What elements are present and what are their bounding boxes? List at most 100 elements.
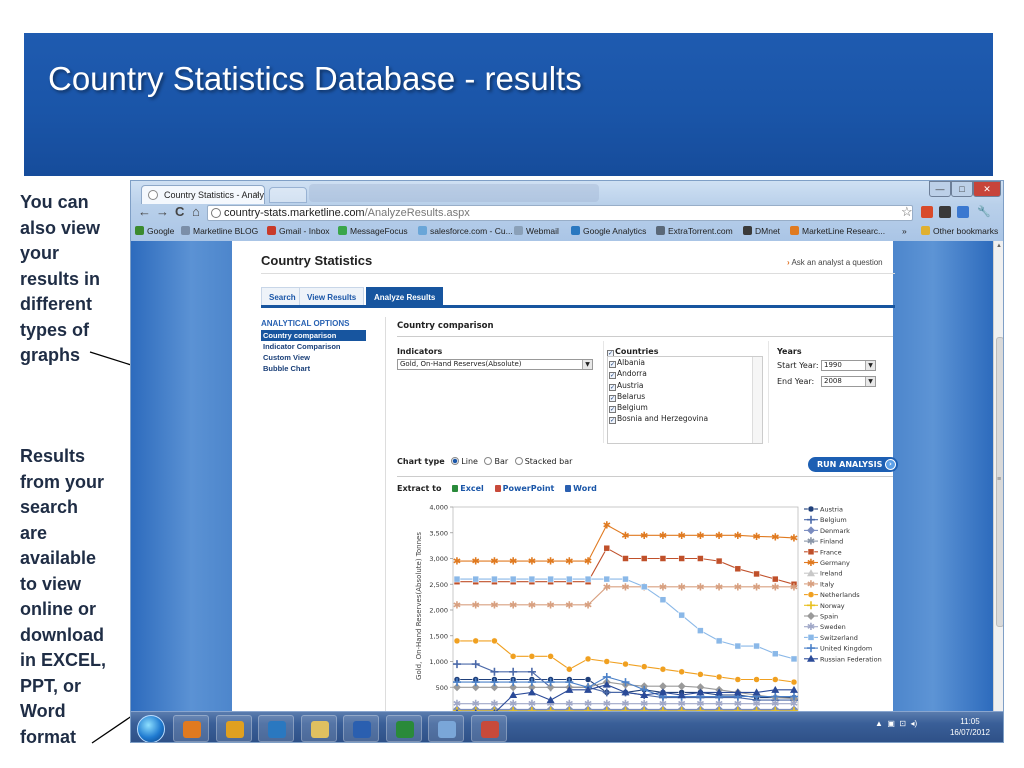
extension-icon[interactable] [939,206,951,218]
new-tab-button[interactable] [269,187,307,203]
data-point [509,575,517,583]
taskbar-app-button[interactable] [216,715,252,742]
bookmark-star-icon[interactable]: ☆ [901,204,913,220]
data-point: ✱ [659,531,667,542]
chart-type-line-label: Line [461,457,478,466]
legend-label: France [820,548,842,556]
clock[interactable]: 11:05 16/07/2012 [945,716,995,738]
note-download-formats-line: search [20,497,79,517]
ask-analyst-link[interactable]: › Ask an analyst a question [787,258,883,267]
bookmark-label: MarketLine Researc... [802,226,886,236]
country-option[interactable]: ✓ Austria [608,380,762,391]
checkbox-checked-icon[interactable]: ✓ [609,417,616,425]
taskbar-app-button[interactable] [471,715,507,742]
data-point: ✱ [509,699,517,710]
bookmark-label: Google [147,226,175,236]
checkbox-checked-icon[interactable]: ✓ [609,394,616,402]
app-icon [183,721,201,738]
menu-item-bubble-chart[interactable]: Bubble Chart [261,363,366,374]
data-point [734,642,742,650]
tab-view-results[interactable]: View Results [299,287,365,306]
close-window-button[interactable]: ✕ [973,181,1001,197]
bookmark-item[interactable]: Google [135,226,174,236]
forward-icon[interactable]: → [156,204,169,219]
close-tab-icon[interactable]: × [254,189,259,199]
run-analysis-label: RUN ANALYSIS [817,460,883,469]
page-scrollbar[interactable]: ▲ ≡ [993,241,1003,711]
bookmark-item[interactable]: Other bookmarks [921,226,998,236]
address-bar[interactable]: country-stats.marketline.com/AnalyzeResu… [207,205,913,221]
indicator-select[interactable]: Gold, On-Hand Reserves(Absolute) ▼ [397,359,593,370]
data-point: ✱ [603,582,611,593]
country-option[interactable]: ✓ Belarus [608,391,762,402]
menu-item-custom-view[interactable]: Custom View [261,352,366,363]
country-option[interactable]: ✓ Belgium [608,402,762,414]
chart-type-stacked-radio[interactable] [514,457,523,465]
checkbox-checked-icon[interactable]: ✓ [609,372,616,380]
bookmark-item[interactable]: salesforce.com - Cu... [418,226,513,236]
extension-icon[interactable] [957,206,969,218]
list-scrollbar[interactable] [752,357,762,443]
data-point [807,591,815,598]
tab-analyze-results[interactable]: Analyze Results [366,287,444,306]
back-icon[interactable]: ← [138,204,151,219]
taskbar-app-button[interactable] [386,715,422,742]
minimize-button[interactable]: — [929,181,951,197]
bookmark-item[interactable]: » [902,226,907,236]
extract-word-link[interactable]: Word [565,484,597,493]
wrench-icon[interactable]: 🔧 [977,206,991,218]
bookmark-item[interactable]: DMnet [743,226,780,236]
scrollbar-grip-icon: ≡ [997,476,1002,483]
data-point: ✱ [734,531,742,542]
tab-search[interactable]: Search [261,287,304,306]
extension-icon[interactable] [921,206,933,218]
checkbox-checked-icon[interactable]: ✓ [609,406,616,414]
end-year-select[interactable]: 2008 ▼ [821,376,876,387]
taskbar-app-button[interactable] [301,715,337,742]
countries-list[interactable]: ✓ Albania ✓ Andorra ✓ Austria ✓ Belarus ✓ Belgium… [607,356,763,444]
data-point: ✱ [621,699,629,710]
taskbar-app-button[interactable] [343,715,379,742]
bookmark-item[interactable]: Marketline BLOG [181,226,258,236]
bookmark-item[interactable]: Gmail - Inbox [267,226,330,236]
note-download-formats-line: available [20,548,97,568]
data-point: ✱ [790,699,798,710]
data-point: ✱ [546,600,554,611]
extract-powerpoint-link[interactable]: PowerPoint [494,484,554,493]
taskbar-app-button[interactable] [258,715,294,742]
bookmark-item[interactable]: MarketLine Researc... [790,226,885,236]
scroll-up-icon[interactable]: ▲ [996,243,1002,249]
data-point: ✱ [715,531,723,542]
bookmark-item[interactable]: Google Analytics [571,226,646,236]
reload-icon[interactable]: C [175,204,184,219]
bookmark-item[interactable]: Webmail [514,226,559,236]
country-option[interactable]: ✓ Bosnia and Herzegovina [608,413,762,425]
checkbox-checked-icon[interactable]: ✓ [609,361,616,368]
background-window-title [309,184,599,202]
menu-item-indicator-comparison[interactable]: Indicator Comparison [261,341,366,352]
start-button[interactable] [137,715,165,742]
data-point: ✱ [734,699,742,710]
menu-item-country-comparison[interactable]: Country comparison [261,330,366,341]
run-analysis-button[interactable]: RUN ANALYSIS › [808,457,898,472]
country-option[interactable]: ✓ Albania [608,357,762,368]
chart-type-line-radio[interactable] [451,457,460,465]
bookmark-item[interactable]: ExtraTorrent.com [656,226,733,236]
taskbar-app-button[interactable] [428,715,464,742]
data-point: ✱ [807,622,815,633]
chart-type-bar-radio[interactable] [484,457,493,465]
checkbox-checked-icon[interactable]: ✓ [609,383,616,391]
taskbar-app-button[interactable] [173,715,209,742]
divider [397,336,893,337]
country-option[interactable]: ✓ Andorra [608,368,762,380]
data-point: ✱ [472,699,480,710]
data-point: ✱ [565,699,573,710]
browser-tab[interactable]: Country Statistics - Analyz × [141,185,265,204]
start-year-select[interactable]: 1990 ▼ [821,360,876,371]
divider [385,317,386,711]
data-point: ✱ [584,600,592,611]
bookmark-item[interactable]: MessageFocus [338,226,408,236]
home-icon[interactable]: ⌂ [192,204,200,219]
extract-excel-link[interactable]: Excel [452,484,484,493]
maximize-button[interactable]: □ [951,181,973,197]
